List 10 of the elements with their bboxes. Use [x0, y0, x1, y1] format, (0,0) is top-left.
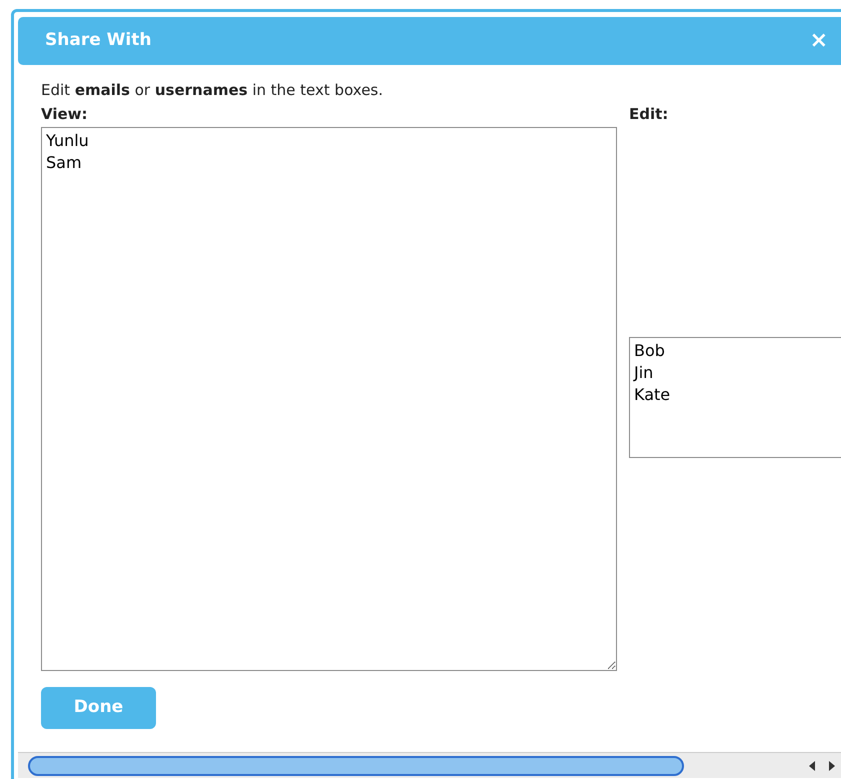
- scroll-right-icon[interactable]: [827, 760, 837, 772]
- edit-label: Edit:: [629, 104, 670, 125]
- edit-field[interactable]: Bob Jin Kate: [629, 337, 841, 458]
- scroll-left-icon[interactable]: [807, 760, 817, 772]
- horizontal-scrollbar[interactable]: [18, 752, 841, 778]
- view-field[interactable]: Yunlu Sam: [41, 127, 617, 671]
- view-label: View:: [41, 104, 89, 125]
- scrollbar-thumb[interactable]: [28, 756, 684, 776]
- dialog-title: Share With: [45, 29, 152, 52]
- instructions-text: Edit emails or usernames in the text boxes.: [41, 80, 384, 101]
